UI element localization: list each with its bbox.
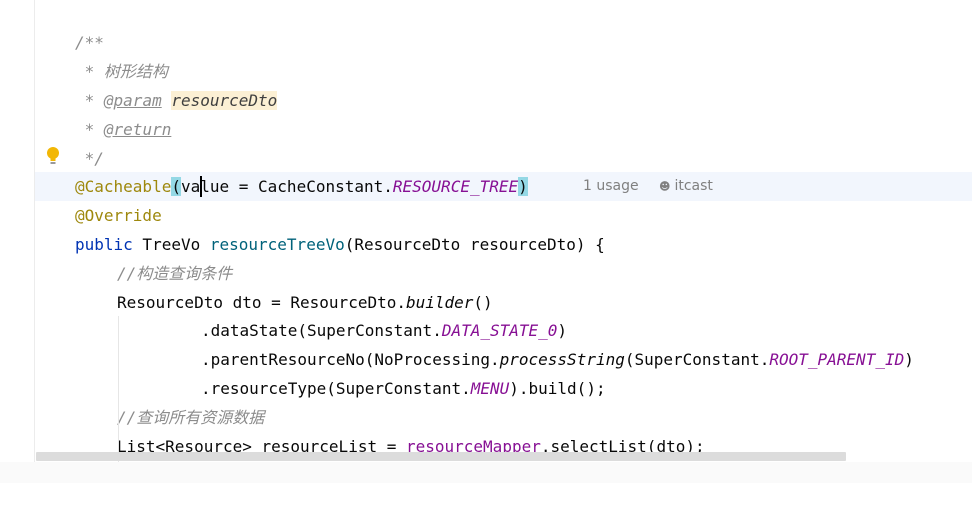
comment-star: *: [75, 62, 104, 81]
author-inlay[interactable]: ☻ itcast: [659, 172, 713, 201]
line-comment: //查询所有资源数据: [117, 408, 265, 427]
code-line: * 树形结构: [35, 57, 972, 86]
code-line: //查询所有资源数据: [35, 403, 972, 432]
user-icon: ☻: [659, 180, 671, 193]
cacheable-annotation[interactable]: @Cacheable: [75, 177, 171, 196]
code-text: .dataState(SuperConstant.: [201, 321, 442, 340]
keyword-public: public: [75, 235, 133, 254]
comment-star: *: [75, 91, 104, 110]
indent-guide: [118, 316, 119, 462]
horizontal-scrollbar-thumb[interactable]: [36, 452, 846, 461]
constant-root-parent-id[interactable]: ROOT_PARENT_ID: [769, 350, 904, 369]
code-line: @Override: [35, 201, 972, 230]
constant-menu[interactable]: MENU: [471, 379, 510, 398]
text-caret: [200, 176, 202, 197]
override-annotation[interactable]: @Override: [75, 201, 162, 230]
code-line: .dataState(SuperConstant.DATA_STATE_0): [201, 321, 568, 340]
author-name: itcast: [674, 178, 713, 194]
comment-close: */: [75, 149, 104, 168]
comment-open: /**: [75, 33, 104, 52]
builder-call[interactable]: builder: [406, 293, 473, 312]
code-text: .parentResourceNo(NoProcessing.: [201, 350, 500, 369]
javadoc-param-tag[interactable]: @param: [104, 91, 162, 110]
code-text: .resourceType(SuperConstant.: [201, 379, 471, 398]
javadoc-return-tag[interactable]: @return: [104, 120, 171, 139]
matched-paren-close: ): [518, 177, 528, 196]
code-line: * @param resourceDto: [35, 86, 972, 115]
matched-paren-open: (: [171, 177, 181, 196]
horizontal-scrollbar-track[interactable]: [0, 462, 972, 483]
process-string-call[interactable]: processString: [500, 350, 625, 369]
annotation-value[interactable]: value = CacheConstant.: [181, 177, 393, 196]
code-line: */: [35, 144, 972, 173]
editor-gutter[interactable]: [0, 0, 35, 462]
code-line: //构造查询条件: [35, 259, 972, 288]
comment-star: *: [75, 120, 104, 139]
javadoc-param-name[interactable]: resourceDto: [171, 91, 278, 110]
line-comment: //构造查询条件: [117, 264, 233, 283]
code-line: /**: [35, 28, 972, 57]
code-line: .resourceType(SuperConstant.MENU).build(…: [201, 379, 606, 398]
current-line: @Cacheable(value = CacheConstant.RESOURC…: [35, 172, 972, 201]
code-line: * @return: [35, 115, 972, 144]
code-line: .parentResourceNo(NoProcessing.processSt…: [201, 350, 914, 369]
method-signature: (ResourceDto resourceDto) {: [344, 235, 605, 254]
code-line: ResourceDto dto = ResourceDto.builder(): [117, 293, 493, 312]
code-line: public TreeVo resourceTreeVo(ResourceDto…: [35, 230, 972, 259]
return-type[interactable]: TreeVo: [133, 235, 210, 254]
usages-inlay[interactable]: 1 usage: [583, 172, 639, 201]
constant-resource-tree[interactable]: RESOURCE_TREE: [393, 177, 518, 196]
code-editor[interactable]: /** * 树形结构 * @param resourceDto * @retur…: [35, 0, 972, 462]
constant-data-state[interactable]: DATA_STATE_0: [442, 321, 558, 340]
method-name[interactable]: resourceTreeVo: [210, 235, 345, 254]
code-text: ResourceDto dto = ResourceDto.: [117, 293, 406, 312]
comment-text: 树形结构: [103, 62, 168, 81]
